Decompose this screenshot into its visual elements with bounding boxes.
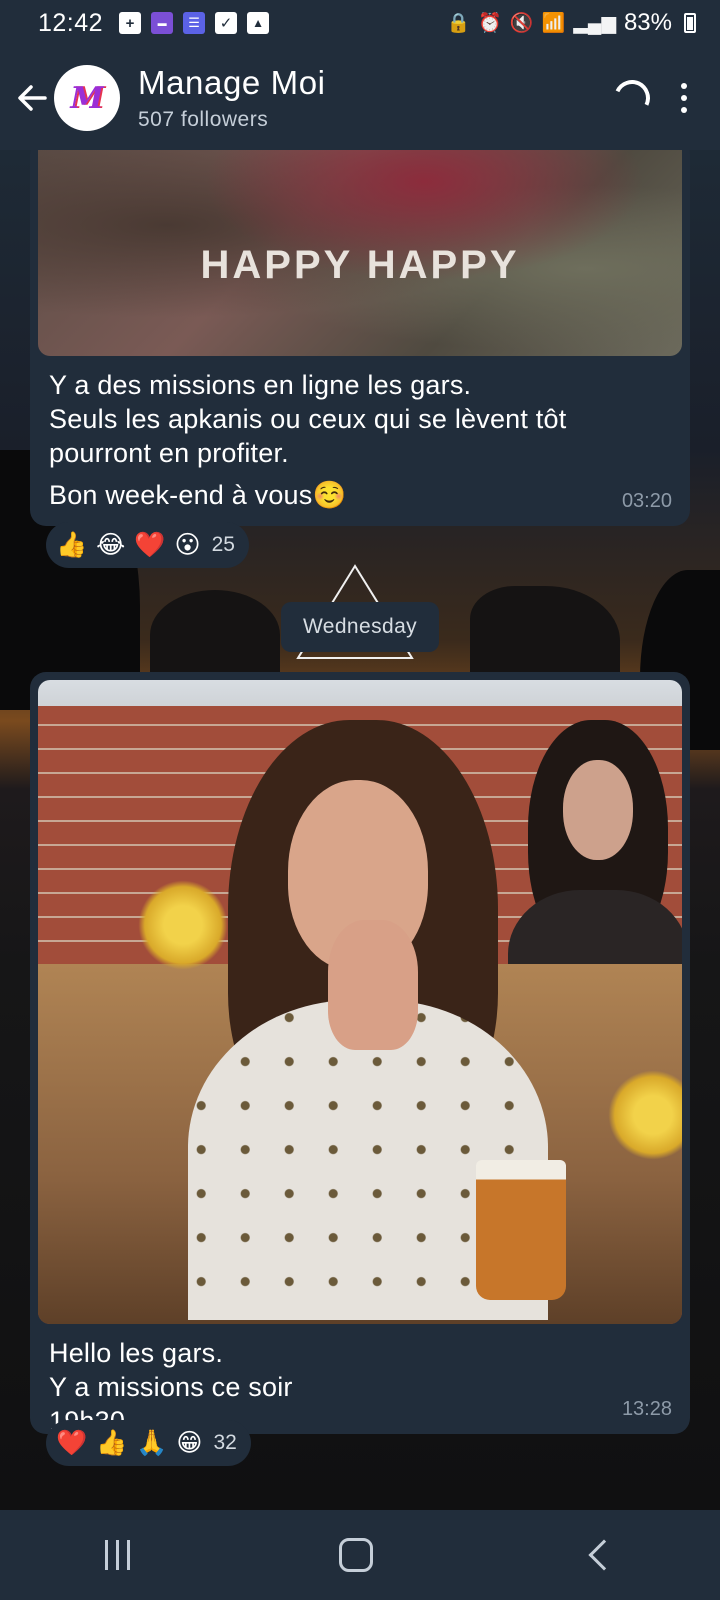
battery-percent: 83% (623, 9, 672, 36)
reaction-emoji[interactable]: 👍 (96, 1429, 127, 1458)
loading-spinner-icon[interactable] (608, 74, 656, 122)
channel-info[interactable]: Manage Moi 507 followers (138, 64, 326, 132)
system-nav-bar (0, 1510, 720, 1600)
more-options-icon[interactable] (678, 83, 690, 113)
list-icon: ☰ (183, 12, 206, 34)
gif-glass (476, 1160, 566, 1300)
reaction-emoji[interactable]: 😮 (175, 530, 201, 560)
chat-area[interactable]: HAPPY HAPPY Y a des missions en ligne le… (0, 150, 720, 1510)
gif-media[interactable]: HAPPY HAPPY (38, 150, 682, 356)
message-line: pourront en profiter. (49, 438, 289, 468)
channel-avatar[interactable]: M (54, 65, 120, 131)
mute-icon: 🔇 (509, 13, 534, 34)
reactions-bar[interactable]: ❤️ 👍 🙏 😁 32 (46, 1420, 251, 1466)
message-line: Hello les gars. (49, 1338, 224, 1368)
app-header: M Manage Moi 507 followers (0, 46, 720, 150)
message-time: 03:20 (621, 490, 672, 512)
lock-icon: 🔒 (446, 13, 471, 34)
gif-media[interactable] (38, 680, 682, 1324)
image-icon: ▲ (247, 12, 270, 34)
channel-name: Manage Moi (138, 64, 326, 101)
plus-box-icon: + (119, 12, 142, 34)
reactions-bar[interactable]: 👍 😂 ❤️ 😮 25 (46, 522, 249, 568)
message-line: Seuls les apkanis ou ceux qui se lèvent … (49, 404, 567, 434)
signal-icon: ▂▄▆ (573, 12, 616, 34)
arrow-left-icon (18, 85, 47, 111)
gif-caption: HAPPY HAPPY (200, 243, 520, 287)
reaction-emoji[interactable]: 👍 (56, 531, 87, 560)
reaction-emoji[interactable]: ❤️ (56, 1429, 87, 1458)
battery-icon (684, 13, 696, 33)
message-time: 13:28 (621, 1398, 672, 1420)
home-button[interactable] (339, 1538, 374, 1572)
avatar-logo: M (70, 80, 104, 116)
background-silhouette (150, 590, 280, 680)
status-bar: 12:42 + ▬ ☰ ✓ ▲ 🔒 ⏰ 🔇 📶 ▂▄▆ 83% (0, 0, 720, 46)
message-line: Y a missions ce soir (49, 1372, 293, 1402)
message-text: Y a des missions en ligne les gars. Seul… (49, 368, 566, 512)
message-bubble[interactable]: Hello les gars. Y a missions ce soir 19h… (30, 672, 690, 1434)
twitch-icon: ▬ (151, 12, 174, 34)
alarm-icon: ⏰ (478, 13, 502, 34)
reaction-emoji[interactable]: 🙏 (136, 1429, 167, 1458)
message-line: Bon week-end à vous☺️ (49, 480, 347, 510)
reaction-emoji[interactable]: ❤️ (134, 531, 165, 560)
header-actions (608, 74, 690, 122)
status-left: 12:42 + ▬ ☰ ✓ ▲ (38, 8, 270, 38)
back-nav-button[interactable] (588, 1539, 620, 1571)
check-box-icon: ✓ (215, 12, 238, 34)
status-right: 🔒 ⏰ 🔇 📶 ▂▄▆ 83% (447, 9, 696, 37)
reaction-emoji[interactable]: 😁 (176, 1428, 202, 1458)
status-time: 12:42 (38, 8, 104, 37)
reaction-count: 32 (213, 1431, 237, 1454)
reaction-emoji[interactable]: 😂 (96, 530, 125, 560)
reaction-count: 25 (211, 533, 235, 556)
message-line: Y a des missions en ligne les gars. (49, 370, 472, 400)
date-separator: Wednesday (281, 602, 439, 652)
message-bubble[interactable]: HAPPY HAPPY Y a des missions en ligne le… (30, 150, 690, 526)
wifi-icon: 📶 (541, 13, 566, 34)
recent-apps-button[interactable] (104, 1540, 130, 1570)
follower-count: 507 followers (138, 108, 269, 131)
